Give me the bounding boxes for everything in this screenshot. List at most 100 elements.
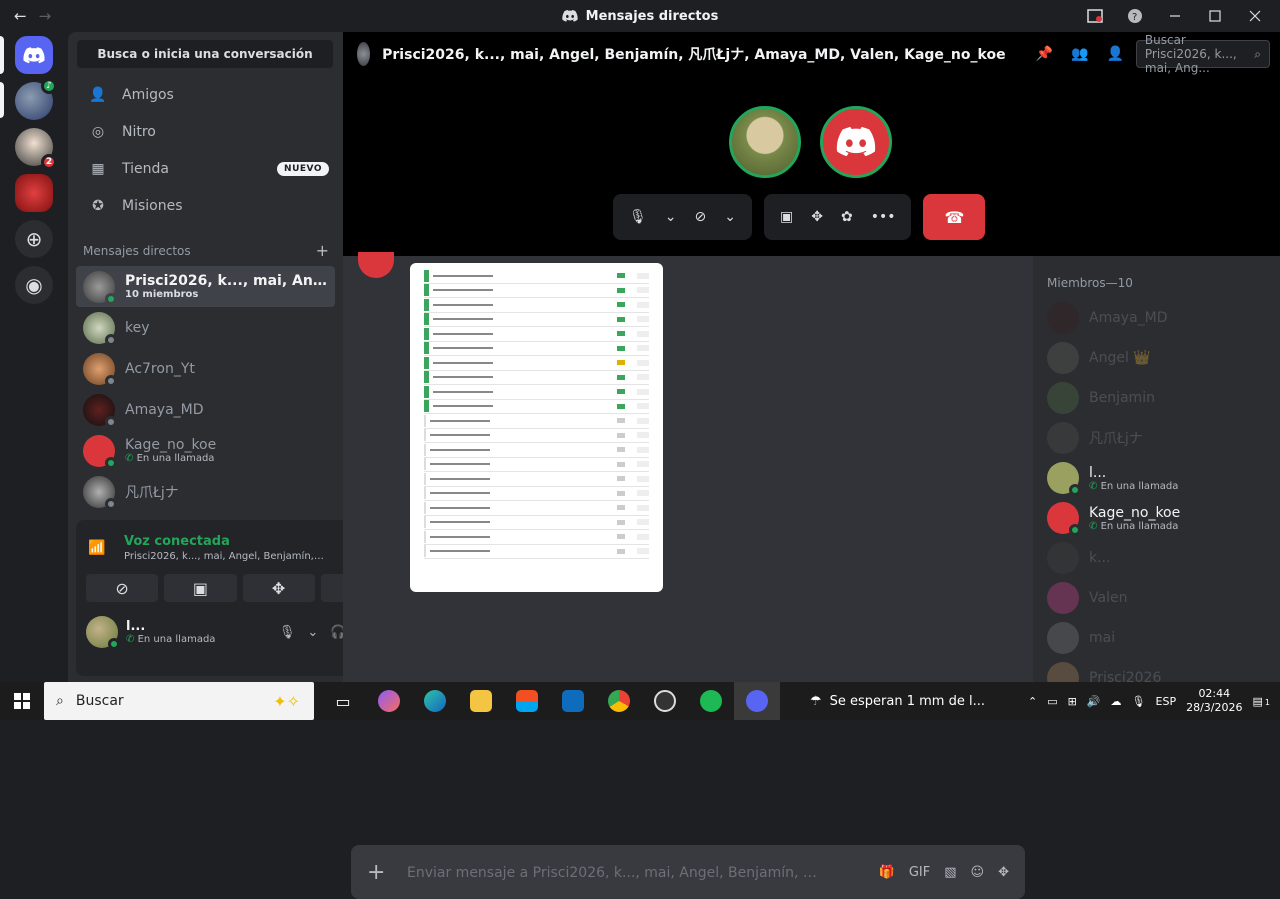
- close-icon[interactable]: [1246, 7, 1264, 25]
- dm-item-key[interactable]: key: [76, 307, 335, 348]
- member-item[interactable]: Amaya_MD: [1033, 298, 1280, 338]
- chevron-down-icon[interactable]: ⌄: [724, 209, 736, 225]
- soundboard-icon[interactable]: ✿: [841, 209, 853, 225]
- member-item[interactable]: mai: [1033, 618, 1280, 658]
- minimize-icon[interactable]: [1166, 7, 1184, 25]
- attachment-row-tag: [617, 548, 625, 554]
- cloud-icon[interactable]: ☁: [1111, 695, 1122, 708]
- language-indicator[interactable]: ESP: [1156, 695, 1177, 708]
- voice-status[interactable]: Voz conectada: [124, 534, 351, 549]
- add-attachment-icon[interactable]: +: [367, 860, 387, 885]
- server-avatar-2[interactable]: [15, 174, 53, 212]
- maximize-icon[interactable]: [1206, 7, 1224, 25]
- explore-icon[interactable]: ◉: [15, 266, 53, 304]
- chrome-app[interactable]: [596, 682, 642, 720]
- discord-app[interactable]: [734, 682, 780, 720]
- emoji-icon[interactable]: ☺: [971, 865, 985, 880]
- camera-off-icon[interactable]: ⊘: [695, 209, 707, 225]
- attachment-row-cell: [637, 519, 649, 526]
- message-composer[interactable]: + Enviar mensaje a Prisci2026, k..., mai…: [351, 845, 1025, 899]
- member-item[interactable]: Angel 👑: [1033, 338, 1280, 378]
- call-participant-avatar[interactable]: [820, 106, 892, 178]
- clock[interactable]: 02:44 28/3/2026: [1186, 687, 1242, 715]
- quests-icon: ✪: [92, 197, 104, 214]
- help-icon[interactable]: ?: [1126, 7, 1144, 25]
- inbox-icon[interactable]: [1086, 7, 1104, 25]
- add-server-icon[interactable]: ⊕: [15, 220, 53, 258]
- member-item[interactable]: k...: [1033, 538, 1280, 578]
- channel-name[interactable]: Prisci2026, k..., mai, Angel, Benjamín, …: [382, 44, 1005, 64]
- chevron-down-icon[interactable]: ⌄: [307, 625, 318, 640]
- nav-friends[interactable]: 👤 Amigos: [76, 76, 335, 113]
- network-icon[interactable]: ⊞: [1068, 695, 1077, 708]
- image-attachment[interactable]: [410, 263, 663, 592]
- weather-widget[interactable]: ☂ Se esperan 1 mm de l...: [810, 694, 985, 709]
- gif-icon[interactable]: GIF: [909, 865, 930, 880]
- nav-shop[interactable]: ▦ Tienda NUEVO: [76, 150, 335, 187]
- explorer-app[interactable]: [458, 682, 504, 720]
- screen-share-icon[interactable]: ▣: [780, 209, 793, 225]
- dm-item-amaya[interactable]: Amaya_MD: [76, 389, 335, 430]
- avatar[interactable]: [86, 616, 120, 650]
- spotify-app[interactable]: [688, 682, 734, 720]
- outlook-app[interactable]: [550, 682, 596, 720]
- search-conversation-button[interactable]: Busca o inicia una conversación: [77, 40, 333, 68]
- chevron-down-icon[interactable]: ⌄: [665, 209, 677, 225]
- call-participant-avatar[interactable]: [729, 106, 801, 178]
- channel-search-input[interactable]: Buscar Prisci2026, k..., mai, Ang... ⌕: [1135, 33, 1270, 75]
- notification-icon[interactable]: ▤ 1: [1253, 695, 1271, 708]
- pin-icon[interactable]: 📌: [1036, 46, 1053, 62]
- attachment-row-marker: [424, 530, 426, 543]
- clock-app[interactable]: [642, 682, 688, 720]
- message-input[interactable]: Enviar mensaje a Prisci2026, k..., mai, …: [407, 862, 827, 882]
- member-item[interactable]: l... ✆ En una llamada: [1033, 458, 1280, 498]
- member-item[interactable]: Kage_no_koe ✆ En una llamada: [1033, 498, 1280, 538]
- microphone-icon[interactable]: 🎙: [629, 209, 647, 225]
- members-icon[interactable]: 👤: [1106, 46, 1123, 62]
- volume-icon[interactable]: 🔊: [1087, 695, 1101, 708]
- signal-icon[interactable]: 📶: [88, 540, 112, 556]
- edge-app[interactable]: [412, 682, 458, 720]
- home-button[interactable]: [15, 36, 53, 74]
- avatar: [1047, 422, 1079, 454]
- nav-quests[interactable]: ✪ Misiones: [76, 187, 335, 224]
- chevron-up-icon[interactable]: ⌃: [1028, 695, 1037, 708]
- activities-button[interactable]: ✥: [242, 574, 315, 602]
- call-controls: 🎙 ⌄ ⊘ ⌄ ▣ ✥ ✿ ••• ☎: [613, 194, 986, 240]
- microphone-icon[interactable]: 🎙: [279, 625, 296, 640]
- add-friends-icon[interactable]: 👥: [1071, 46, 1088, 62]
- screen-share-button[interactable]: ▣: [164, 574, 237, 602]
- member-item[interactable]: 凡爪Łjナ: [1033, 418, 1280, 458]
- copilot-app[interactable]: [366, 682, 412, 720]
- taskbar-search-label: Buscar: [75, 693, 124, 709]
- more-icon[interactable]: •••: [871, 209, 896, 225]
- dm-item-kage[interactable]: Kage_no_koe ✆ En una llamada: [76, 430, 335, 471]
- voice-channel[interactable]: Prisci2026, k..., mai, Angel, Benjamín, …: [124, 551, 324, 562]
- camera-off-button[interactable]: ⊘: [86, 574, 159, 602]
- attachment-row-text: [430, 550, 490, 553]
- back-arrow-icon[interactable]: ←: [14, 7, 27, 25]
- attachment-row-text: [430, 434, 490, 437]
- gift-icon[interactable]: 🎁: [879, 865, 895, 880]
- sticker-icon[interactable]: ▧: [944, 865, 956, 880]
- forward-arrow-icon[interactable]: →: [39, 7, 52, 25]
- hang-up-button[interactable]: ☎: [923, 194, 986, 240]
- dm-item-ac7ron[interactable]: Ac7ron_Yt: [76, 348, 335, 389]
- create-dm-icon[interactable]: +: [316, 241, 329, 260]
- taskbar-search[interactable]: ⌕ Buscar ✦✧: [44, 682, 314, 720]
- dm-item-user6[interactable]: 凡爪Łjナ: [76, 471, 335, 512]
- battery-icon[interactable]: ▭: [1047, 695, 1057, 708]
- store-app[interactable]: [504, 682, 550, 720]
- task-view-button[interactable]: ▭: [320, 682, 366, 720]
- activities-icon[interactable]: ✥: [811, 209, 823, 225]
- member-item[interactable]: Valen: [1033, 578, 1280, 618]
- mic-tray-icon[interactable]: 🎙: [1132, 695, 1146, 708]
- apps-icon[interactable]: ✥: [998, 865, 1009, 880]
- member-item[interactable]: Benjamin: [1033, 378, 1280, 418]
- server-voice-active[interactable]: ♪: [15, 78, 57, 120]
- start-button[interactable]: [0, 693, 44, 709]
- server-avatar-1[interactable]: 2: [15, 128, 57, 170]
- nav-nitro[interactable]: ◎ Nitro: [76, 113, 335, 150]
- avatar[interactable]: [358, 252, 394, 278]
- dm-item-group[interactable]: Prisci2026, k..., mai, Angel, Be... 10 m…: [76, 266, 335, 307]
